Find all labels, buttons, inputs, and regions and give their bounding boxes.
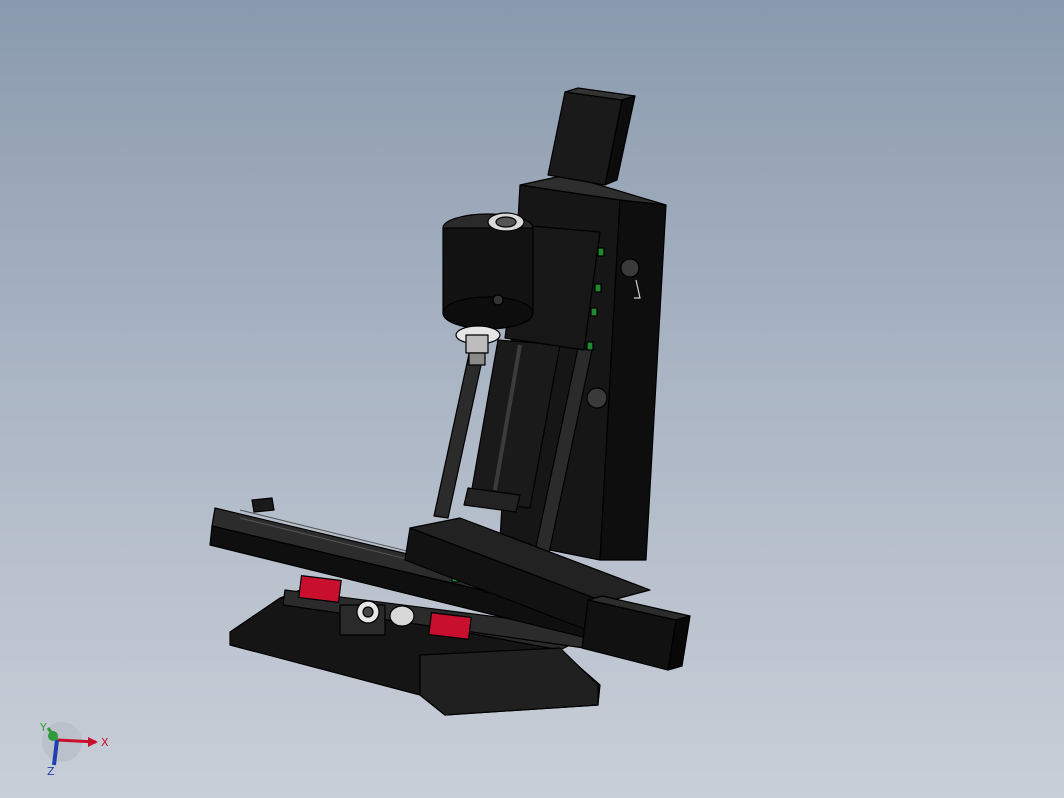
origin-icon: [48, 731, 58, 741]
3d-model-viewport[interactable]: X Y Z: [0, 0, 1064, 798]
axis-triad: X Y Z: [39, 721, 109, 778]
x-axis-arrowhead: [88, 737, 98, 747]
y-axis-motor: [581, 595, 691, 671]
z-axis-label: Z: [47, 765, 55, 778]
y-axis-label: Y: [39, 721, 47, 734]
x-axis-label: X: [101, 736, 109, 749]
cnc-machine-model[interactable]: [209, 87, 691, 716]
z-axis-motor: [547, 87, 636, 186]
